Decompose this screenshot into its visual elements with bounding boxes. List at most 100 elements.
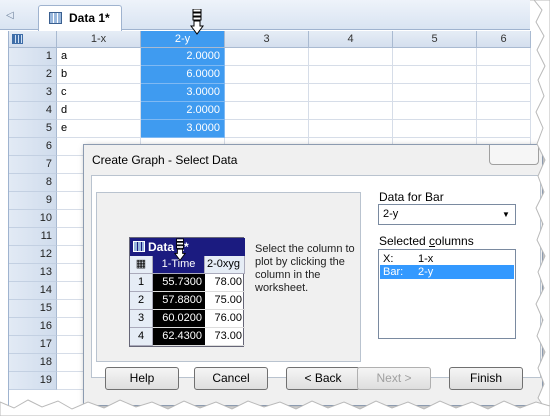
table-cell[interactable] xyxy=(477,48,531,66)
table-cell[interactable]: 6.0000 xyxy=(141,66,225,84)
row-header[interactable]: 18 xyxy=(9,354,57,372)
column-header-4[interactable]: 4 xyxy=(309,31,393,48)
create-graph-dialog: Create Graph - Select Data Data 1* ▦ 1-T… xyxy=(83,144,543,406)
list-item[interactable]: X: 1-x xyxy=(380,252,514,266)
tab-strip: ◁ Data 1* xyxy=(0,0,530,31)
column-header-6[interactable]: 6 xyxy=(477,31,531,48)
cancel-button[interactable]: Cancel xyxy=(194,367,268,390)
preview-worksheet: Data 1* ▦ 1-Time 2-0xyg 1 55.7300 78.00 2 57… xyxy=(129,237,245,347)
row-header[interactable]: 15 xyxy=(9,300,57,318)
table-cell[interactable] xyxy=(477,66,531,84)
preview-oxygen-cell: 76.00 xyxy=(205,310,245,328)
worksheet-icon xyxy=(49,12,62,24)
table-cell[interactable] xyxy=(309,120,393,138)
tab-scroll-left-icon[interactable]: ◁ xyxy=(6,10,16,22)
row-header[interactable]: 7 xyxy=(9,156,57,174)
grid-icon xyxy=(12,34,23,44)
row-header[interactable]: 13 xyxy=(9,264,57,282)
preview-time-cell: 62.4300 xyxy=(153,328,205,346)
data-for-value: 2-y xyxy=(383,208,399,220)
table-cell[interactable] xyxy=(309,48,393,66)
row-header[interactable]: 9 xyxy=(9,192,57,210)
preview-oxygen-cell: 78.00 xyxy=(205,274,245,292)
back-button[interactable]: < Back xyxy=(286,367,360,390)
preview-title-bar: Data 1* xyxy=(130,238,245,256)
table-cell[interactable] xyxy=(393,120,477,138)
table-cell[interactable] xyxy=(309,84,393,102)
row-header[interactable]: 10 xyxy=(9,210,57,228)
table-cell[interactable]: e xyxy=(57,120,141,138)
finish-button[interactable]: Finish xyxy=(449,367,523,390)
row-header[interactable]: 3 xyxy=(9,84,57,102)
table-cell[interactable] xyxy=(309,66,393,84)
table-cell[interactable]: c xyxy=(57,84,141,102)
torn-edge-bottom xyxy=(0,399,550,416)
row-header[interactable]: 19 xyxy=(9,372,57,390)
tab-data1[interactable]: Data 1* xyxy=(38,5,122,31)
table-cell[interactable]: d xyxy=(57,102,141,120)
table-cell[interactable] xyxy=(225,66,309,84)
column-header-3[interactable]: 3 xyxy=(225,31,309,48)
tab-label: Data 1* xyxy=(69,11,110,25)
row-header[interactable]: 1 xyxy=(9,48,57,66)
list-item[interactable]: Bar: 2-y xyxy=(380,265,514,279)
chevron-down-icon[interactable]: ▼ xyxy=(500,205,512,224)
table-cell[interactable] xyxy=(393,48,477,66)
table-cell[interactable]: 2.0000 xyxy=(141,102,225,120)
preview-corner: ▦ xyxy=(130,256,153,274)
row-header[interactable]: 8 xyxy=(9,174,57,192)
worksheet-icon xyxy=(133,241,145,252)
selected-columns-list[interactable]: X: 1-x Bar: 2-y xyxy=(378,249,516,339)
preview-time-cell: 60.0200 xyxy=(153,310,205,328)
column-header-1[interactable]: 1-x xyxy=(57,31,141,48)
row-header[interactable]: 12 xyxy=(9,246,57,264)
column-header-5[interactable]: 5 xyxy=(393,31,477,48)
row-header[interactable]: 16 xyxy=(9,318,57,336)
preview-oxygen-cell: 73.00 xyxy=(205,328,245,346)
list-item-key: X: xyxy=(383,253,394,265)
select-all-corner[interactable] xyxy=(9,31,57,48)
preview-time-cell: 57.8800 xyxy=(153,292,205,310)
table-cell[interactable] xyxy=(477,120,531,138)
table-cell[interactable]: 3.0000 xyxy=(141,84,225,102)
selected-columns-label: Selected columns xyxy=(379,234,474,248)
table-cell[interactable] xyxy=(393,66,477,84)
app-frame: ◁ Data 1* 1-x 2-y 3 4 5 6 1 a 2.0000 2 b 6.00… xyxy=(0,0,550,416)
table-cell[interactable]: 3.0000 xyxy=(141,120,225,138)
table-cell[interactable] xyxy=(393,102,477,120)
torn-edge-right xyxy=(530,0,550,416)
data-for-select[interactable]: 2-y ▼ xyxy=(378,204,516,225)
preview-column-header-2: 2-0xyg xyxy=(205,256,245,274)
table-cell[interactable] xyxy=(225,48,309,66)
table-cell[interactable]: a xyxy=(57,48,141,66)
table-cell[interactable] xyxy=(477,84,531,102)
row-header[interactable]: 4 xyxy=(9,102,57,120)
row-header[interactable]: 6 xyxy=(9,138,57,156)
table-cell[interactable] xyxy=(225,120,309,138)
next-button[interactable]: Next > xyxy=(357,367,431,390)
data-for-label: Data for Bar xyxy=(379,190,444,204)
row-header[interactable]: 17 xyxy=(9,336,57,354)
table-cell[interactable] xyxy=(477,102,531,120)
row-header[interactable]: 5 xyxy=(9,120,57,138)
help-button[interactable]: Help xyxy=(105,367,179,390)
preview-panel: Data 1* ▦ 1-Time 2-0xyg 1 55.7300 78.00 2 57… xyxy=(96,192,361,362)
table-cell[interactable] xyxy=(225,84,309,102)
table-cell[interactable] xyxy=(393,84,477,102)
preview-row-number: 4 xyxy=(130,328,153,346)
list-item-value: 2-y xyxy=(418,266,434,278)
table-cell[interactable] xyxy=(309,102,393,120)
table-cell[interactable]: 2.0000 xyxy=(141,48,225,66)
list-item-value: 1-x xyxy=(418,253,434,265)
row-header[interactable]: 11 xyxy=(9,228,57,246)
row-header[interactable]: 2 xyxy=(9,66,57,84)
column-header-2[interactable]: 2-y xyxy=(141,31,225,48)
preview-row-number: 1 xyxy=(130,274,153,292)
dialog-title: Create Graph - Select Data xyxy=(92,153,238,167)
preview-cursor-icon xyxy=(174,238,186,261)
preview-row-number: 3 xyxy=(130,310,153,328)
table-cell[interactable]: b xyxy=(57,66,141,84)
preview-time-cell: 55.7300 xyxy=(153,274,205,292)
table-cell[interactable] xyxy=(225,102,309,120)
row-header[interactable]: 14 xyxy=(9,282,57,300)
